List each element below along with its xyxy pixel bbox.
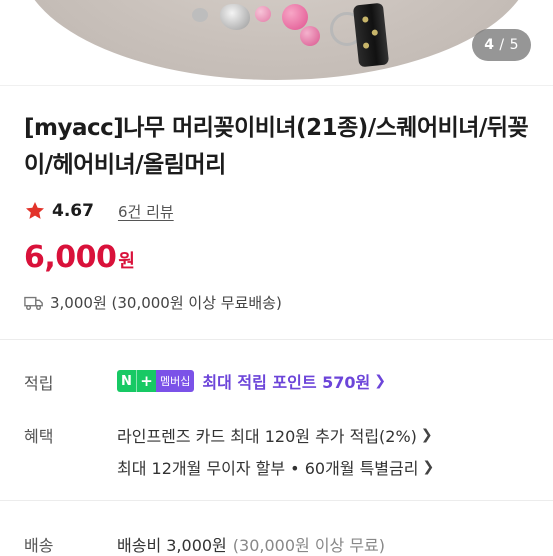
chevron-right-icon: ❯ [420,427,433,443]
bead-pink-large [282,4,308,30]
naver-plus-membership-badge: N + 멤버십 [117,370,195,392]
points-label: 적립 [24,374,54,393]
installment-link[interactable]: 최대 12개월 무이자 할부 • 60개월 특별금리 ❯ [117,455,434,479]
charm-silver-butterfly [220,4,250,30]
installment-text: 최대 12개월 무이자 할부 • 60개월 특별금리 [117,459,419,478]
free-delivery-note: (30,000원 이상 무료) [232,536,386,555]
rating-row: 4.67 6건 리뷰 [24,198,174,224]
image-current-index: 4 [484,37,495,53]
price: 6,000 원 [24,240,135,275]
star-icon [26,202,44,219]
image-total-count: 5 [509,37,519,53]
plus-badge: + [136,370,156,392]
delivery-info: 배송비 3,000원 (30,000원 이상 무료) [117,532,385,556]
chevron-right-icon: ❯ [422,459,435,475]
delivery-fee: 배송비 3,000원 [117,536,227,555]
price-amount: 6,000 [24,240,117,275]
membership-badge-text: 멤버십 [156,370,195,392]
chevron-right-icon: ❯ [374,373,386,389]
price-unit: 원 [118,251,135,272]
rating-value: 4.67 [52,201,94,221]
perks-label: 혜택 [24,427,54,446]
image-background-plate [20,0,533,80]
product-title: [myacc]나무 머리꽂이비녀(21종)/스퀘어비녀/뒤꽂이/헤어비녀/올림머… [24,115,529,178]
image-counter-separator: / [494,37,510,53]
charm-silver-small [192,8,208,22]
max-points-text: 최대 적립 포인트 570원 [202,373,371,392]
shipping-note: 3,000원 (30,000원 이상 무료배송) [50,294,282,312]
truck-icon [24,296,43,310]
shipping-summary: 3,000원 (30,000원 이상 무료배송) [24,292,282,313]
card-points-text: 라인프렌즈 카드 최대 120원 추가 적립(2%) [117,427,417,446]
section-divider [0,339,553,340]
black-hairpin-tube [352,2,390,68]
bead-pink-small [255,6,271,22]
product-image[interactable]: 4 / 5 [0,0,553,85]
section-divider [0,500,553,501]
review-count-link[interactable]: 6건 리뷰 [118,201,174,222]
naver-n-badge: N [117,370,136,392]
membership-points-link[interactable]: N + 멤버십 최대 적립 포인트 570원 ❯ [117,369,386,393]
delivery-label: 배송 [24,536,54,555]
image-page-counter: 4 / 5 [472,29,531,61]
image-divider [0,85,553,86]
card-points-link[interactable]: 라인프렌즈 카드 최대 120원 추가 적립(2%) ❯ [117,423,433,447]
bead-pink-medium [300,26,320,46]
